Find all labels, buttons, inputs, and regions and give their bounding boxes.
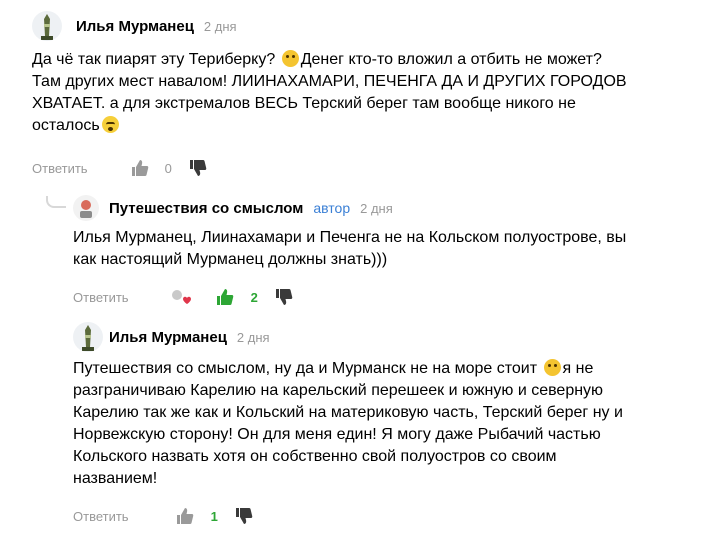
comment-3: Илья Мурманец 2 дня Путешествия со смысл… xyxy=(73,322,713,490)
author-name[interactable]: Илья Мурманец xyxy=(109,329,227,346)
comment-2: Путешествия со смыслом автор 2 дня Илья … xyxy=(73,193,713,271)
thumbs-down-icon xyxy=(235,508,253,524)
reply-button[interactable]: Ответить xyxy=(73,290,129,305)
comment-text: Илья Мурманец, Лиинахамари и Печенга не … xyxy=(73,229,627,268)
thumbs-up-icon xyxy=(216,289,233,305)
thumbs-up-icon xyxy=(131,160,148,176)
like-button[interactable] xyxy=(213,285,237,309)
comment-date: 2 дня xyxy=(360,200,393,216)
dislike-button[interactable] xyxy=(186,156,210,180)
like-count: 2 xyxy=(250,289,258,305)
comment-text-part: я не разграничиваю Карелию на карельский… xyxy=(73,360,623,487)
reply-button[interactable]: Ответить xyxy=(73,509,129,524)
comment-text-part: Да чё так пиарят эту Териберку? xyxy=(32,51,280,68)
comment-1: Илья Мурманец 2 дня Да чё так пиарят эту… xyxy=(32,11,712,137)
thinking-emoji-icon xyxy=(281,50,299,67)
thumbs-up-icon xyxy=(176,508,193,524)
author-liked-avatar xyxy=(169,285,193,309)
flushed-emoji-icon xyxy=(101,116,119,133)
comment-text: Да чё так пиарят эту Териберку? Денег кт… xyxy=(32,49,632,137)
comment-header: Путешествия со смыслом автор 2 дня xyxy=(73,193,713,223)
reply-button[interactable]: Ответить xyxy=(32,161,88,176)
author-badge: автор xyxy=(313,200,351,216)
like-count: 1 xyxy=(210,508,218,524)
thumbs-down-icon xyxy=(189,160,207,176)
comment-date: 2 дня xyxy=(236,329,270,345)
avatar[interactable] xyxy=(73,195,99,221)
heart-icon xyxy=(171,290,191,304)
avatar[interactable] xyxy=(32,11,62,41)
comment-text-part: Путешествия со смыслом, ну да и Мурманск… xyxy=(73,360,542,377)
thinking-emoji-icon xyxy=(543,359,561,376)
thumbs-down-icon xyxy=(275,289,293,305)
author-name[interactable]: Илья Мурманец xyxy=(76,18,194,35)
comment-actions: Ответить 0 xyxy=(32,156,210,180)
like-button[interactable] xyxy=(128,156,152,180)
comment-text: Путешествия со смыслом, ну да и Мурманск… xyxy=(73,358,643,490)
comment-date: 2 дня xyxy=(203,18,237,34)
comment-header: Илья Мурманец 2 дня xyxy=(32,11,712,41)
comment-header: Илья Мурманец 2 дня xyxy=(73,322,713,352)
like-count: 0 xyxy=(164,160,172,176)
avatar[interactable] xyxy=(73,322,103,352)
dislike-button[interactable] xyxy=(272,285,296,309)
dislike-button[interactable] xyxy=(232,504,256,528)
author-name[interactable]: Путешествия со смыслом xyxy=(109,200,303,217)
thread-connector xyxy=(46,196,66,208)
comment-actions: Ответить 1 xyxy=(73,504,256,528)
like-button[interactable] xyxy=(173,504,197,528)
comment-actions: Ответить 2 xyxy=(73,285,296,309)
